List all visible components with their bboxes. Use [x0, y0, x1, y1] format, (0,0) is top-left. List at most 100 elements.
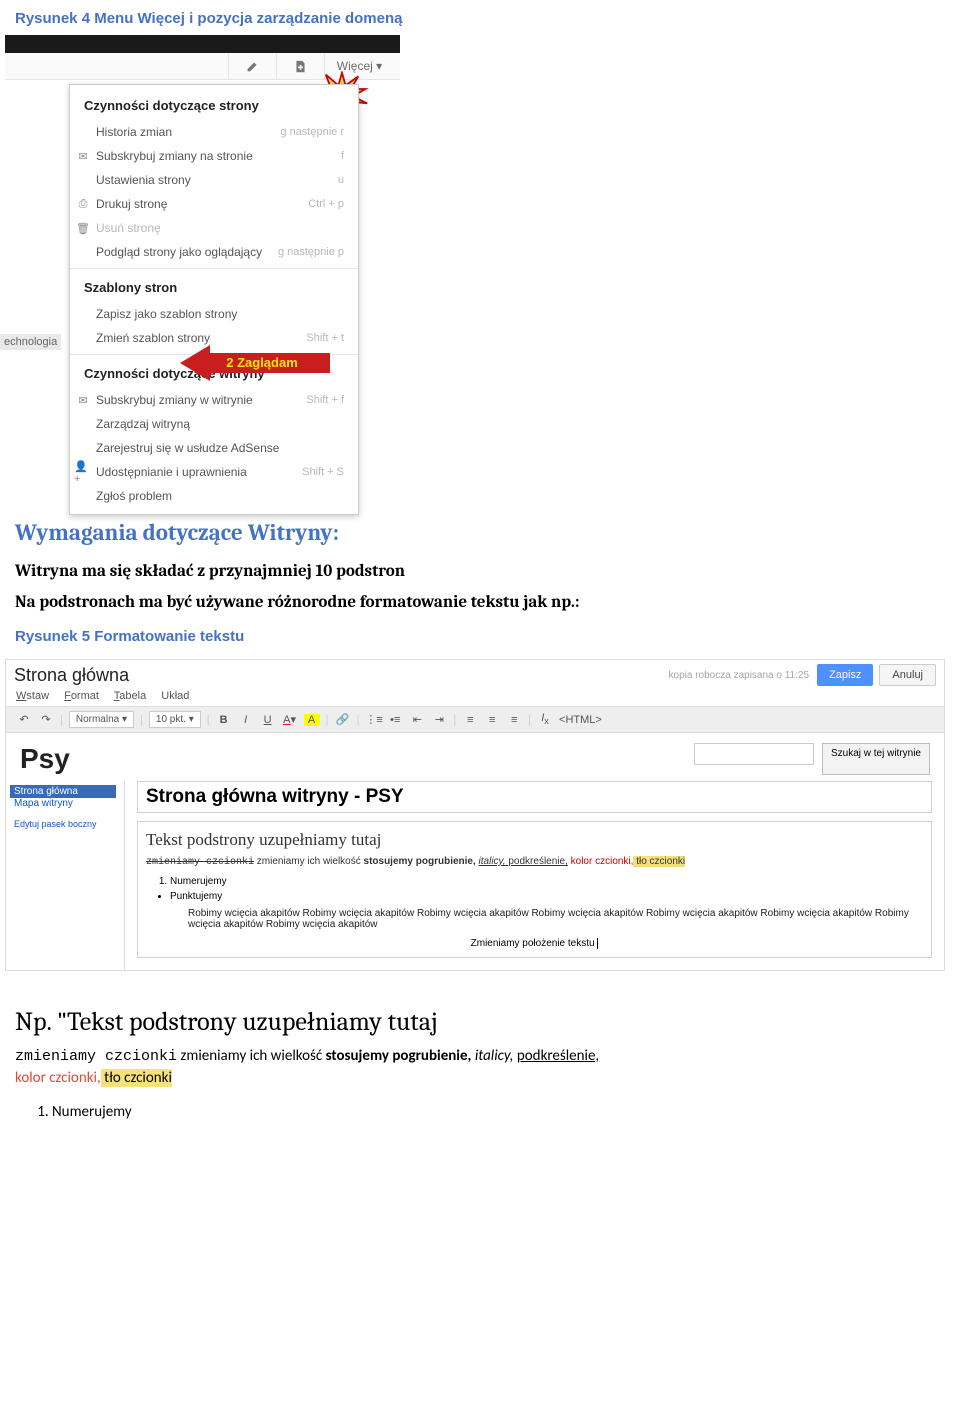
- save-button[interactable]: Zapisz: [817, 664, 873, 686]
- menu-label: Zarządzaj witryną: [96, 417, 344, 431]
- bold-icon[interactable]: B: [216, 714, 232, 726]
- app-titlebar: [5, 35, 400, 53]
- example-line-1: zmieniamy czcionki zmieniamy ich wielkoś…: [0, 1045, 960, 1067]
- trash-icon: 🗑: [74, 221, 92, 235]
- menu-insert[interactable]: WWstawstaw: [16, 690, 49, 702]
- indent-icon[interactable]: ⇥: [431, 713, 447, 726]
- sidebar: Strona główna Mapa witryny Edytuj pasek …: [6, 781, 124, 970]
- redo-icon[interactable]: ↷: [38, 713, 54, 726]
- menu-label: Ustawienia strony: [96, 173, 338, 187]
- page-title: Strona główna: [14, 665, 669, 686]
- menu-item-save-template[interactable]: Zapisz jako szablon strony: [70, 302, 358, 326]
- menu-item-sharing[interactable]: 👤+Udostępnianie i uprawnieniaShift + S: [70, 460, 358, 484]
- menu-label: Udostępnianie i uprawnienia: [96, 465, 302, 479]
- sidebar-item-sitemap[interactable]: Mapa witryny: [14, 798, 116, 809]
- mail-icon: ✉: [74, 393, 92, 407]
- body-heading: Tekst podstrony uzupełniamy tutaj: [146, 830, 923, 850]
- menu-section-templates: Szablony stron: [70, 273, 358, 302]
- menu-shortcut: Ctrl + p: [308, 198, 344, 210]
- unordered-list: Punktujemy: [170, 891, 923, 902]
- italic-icon[interactable]: I: [238, 714, 254, 726]
- search-button[interactable]: Szukaj w tej witrynie: [822, 743, 930, 775]
- menu-item-history[interactable]: Historia zmiang następnie r: [70, 120, 358, 144]
- top-buttons: Więcej ▾ 1: [5, 53, 400, 80]
- menu-item-report[interactable]: Zgłoś problem: [70, 484, 358, 508]
- align-left-icon[interactable]: ≡: [462, 714, 478, 726]
- editor-titlebar: Strona główna kopia robocza zapisana o 1…: [6, 660, 944, 686]
- pencil-icon: [246, 60, 259, 73]
- menu-label: Usuń stronę: [96, 221, 344, 235]
- align-right-icon[interactable]: ≡: [506, 714, 522, 726]
- screenshot-1: echnologia Więcej ▾ 1 tej nie m Czynnośc…: [0, 35, 960, 515]
- example-heading: Np. "Tekst podstrony uzupełniamy tutaj: [0, 977, 960, 1045]
- menu-label: Subskrybuj zmiany w witrynie: [96, 393, 306, 407]
- menu-divider: [70, 268, 358, 269]
- page-heading-input[interactable]: Strona główna witryny - PSY: [137, 781, 932, 813]
- menu-shortcut: f: [341, 150, 344, 162]
- outdent-icon[interactable]: ⇤: [409, 713, 425, 726]
- undo-icon[interactable]: ↶: [16, 713, 32, 726]
- page-plus-icon: [294, 60, 307, 73]
- editor-toolbar: ↶ ↷ | Normalna ▾ | 10 pkt. ▾ | B I U A▾ …: [6, 706, 944, 733]
- menu-item-delete: 🗑 Usuń stronę: [70, 216, 358, 240]
- menu-shortcut: g następnie r: [280, 126, 344, 138]
- edit-sidebar-link[interactable]: Edytuj pasek boczny: [14, 819, 116, 829]
- menu-item-page-settings[interactable]: Ustawienia stronyu: [70, 168, 358, 192]
- menu-label: Zmień szablon strony: [96, 331, 306, 345]
- mail-icon: ✉: [74, 149, 92, 163]
- menu-section-page: Czynności dotyczące strony: [70, 91, 358, 120]
- person-plus-icon: 👤+: [74, 465, 92, 479]
- arrow-callout-2: 2 Zaglądam: [180, 345, 330, 381]
- menu-label: Zgłoś problem: [96, 489, 344, 503]
- menu-table[interactable]: Tabela: [114, 690, 146, 702]
- search-input[interactable]: [694, 743, 814, 765]
- figure-caption-5: Rysunek 5 Formatowanie tekstu: [0, 618, 960, 653]
- menu-item-subscribe-site[interactable]: ✉ Subskrybuj zmiany w witrynieShift + f: [70, 388, 358, 412]
- menu-label: Drukuj stronę: [96, 197, 308, 211]
- menu-shortcut: Shift + f: [306, 394, 344, 406]
- subheading-1: Witryna ma się składać z przynajmniej 10…: [0, 556, 960, 587]
- indented-text: Robimy wcięcia akapitów Robimy wcięcia a…: [188, 908, 923, 930]
- example-line-2: kolor czcionki, tło czcionki: [0, 1067, 960, 1089]
- menu-format[interactable]: Format: [64, 690, 99, 702]
- underline-icon[interactable]: U: [260, 714, 276, 726]
- print-icon: ⎙: [74, 197, 92, 211]
- menu-label: Podgląd strony jako oglądający: [96, 245, 278, 259]
- align-center-icon[interactable]: ≡: [484, 714, 500, 726]
- menu-item-preview[interactable]: Podgląd strony jako oglądającyg następni…: [70, 240, 358, 264]
- menu-item-adsense[interactable]: Zarejestruj się w usłudze AdSense: [70, 436, 358, 460]
- screenshot-2: Strona główna kopia robocza zapisana o 1…: [5, 659, 945, 971]
- menu-item-subscribe-page[interactable]: ✉ Subskrybuj zmiany na stronief: [70, 144, 358, 168]
- sidebar-item-home[interactable]: Strona główna: [10, 785, 116, 798]
- main-content: Strona główna witryny - PSY Tekst podstr…: [124, 781, 944, 970]
- centered-text: Zmieniamy położenie tekstu: [146, 938, 923, 949]
- ordered-list: Numerujemy: [170, 876, 923, 887]
- numbered-list-icon[interactable]: ⋮≡: [365, 713, 381, 726]
- highlight-icon[interactable]: A: [304, 714, 320, 726]
- heading-requirements: Wymagania dotyczące Witryny:: [0, 515, 960, 556]
- list-item: Numerujemy: [52, 1103, 960, 1121]
- page-body-editor[interactable]: Tekst podstrony uzupełniamy tutaj zmieni…: [137, 821, 932, 958]
- style-select[interactable]: Normalna ▾: [69, 711, 134, 728]
- edit-button[interactable]: [228, 53, 276, 79]
- editor-menubar: WWstawstaw Format Tabela Układ: [6, 686, 944, 706]
- html-icon[interactable]: <HTML>: [559, 714, 575, 726]
- text-color-icon[interactable]: A▾: [282, 713, 298, 726]
- menu-item-manage-site[interactable]: Zarządzaj witryną: [70, 412, 358, 436]
- svg-text:2 Zaglądam: 2 Zaglądam: [226, 355, 298, 370]
- menu-shortcut: g następnie p: [278, 246, 344, 258]
- bullet-list-icon[interactable]: •≡: [387, 714, 403, 726]
- more-menu: Czynności dotyczące strony Historia zmia…: [69, 84, 359, 515]
- menu-shortcut: u: [338, 174, 344, 186]
- menu-layout[interactable]: Układ: [161, 690, 189, 702]
- draft-status: kopia robocza zapisana o 11:25: [669, 670, 809, 681]
- size-select[interactable]: 10 pkt. ▾: [149, 711, 201, 728]
- more-button[interactable]: Więcej ▾ 1: [324, 53, 394, 79]
- menu-item-print[interactable]: ⎙ Drukuj stronęCtrl + p: [70, 192, 358, 216]
- menu-label: Historia zmian: [96, 125, 280, 139]
- menu-label: Subskrybuj zmiany na stronie: [96, 149, 341, 163]
- clear-format-icon[interactable]: Ix: [537, 712, 553, 726]
- link-icon[interactable]: 🔗: [334, 713, 350, 726]
- cancel-button[interactable]: Anuluj: [879, 664, 936, 686]
- formatted-line: zmieniamy czcionki zmieniamy ich wielkoś…: [146, 856, 923, 868]
